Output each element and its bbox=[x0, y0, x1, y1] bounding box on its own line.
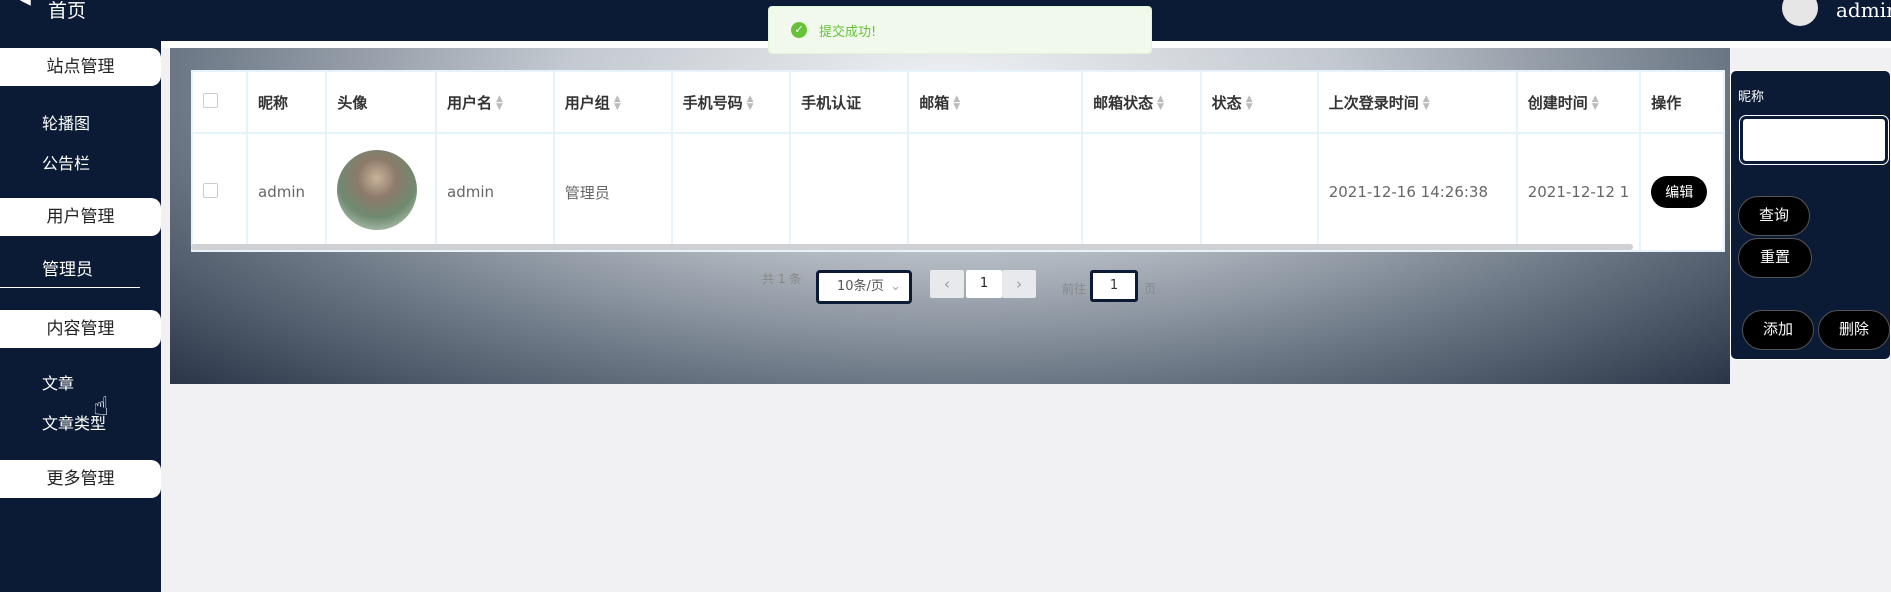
edit-button[interactable]: 编辑 bbox=[1651, 176, 1708, 208]
sort-icon: ▲ ▼ bbox=[1157, 94, 1165, 112]
column-header[interactable]: 手机号码 ▲ ▼ bbox=[670, 70, 792, 134]
back-arrow-icon[interactable]: ◀ bbox=[20, 0, 31, 8]
next-page-button[interactable]: › bbox=[1002, 270, 1036, 298]
sidebar-item-carousel[interactable]: 轮播图 bbox=[42, 110, 90, 134]
column-header[interactable]: 上次登录时间 ▲ ▼ bbox=[1316, 70, 1518, 134]
cell-email-status bbox=[1081, 132, 1202, 252]
horizontal-scrollbar[interactable] bbox=[191, 244, 1633, 250]
search-label-nickname: 昵称 bbox=[1738, 90, 1765, 105]
page-size-select[interactable]: 10条/页 ⌄ bbox=[816, 270, 912, 304]
sort-icon: ▲ ▼ bbox=[746, 94, 754, 112]
sidebar-item-admin[interactable]: 管理员 bbox=[0, 254, 140, 288]
cell-phone-verified bbox=[789, 132, 910, 252]
sort-icon: ▲ ▼ bbox=[953, 94, 961, 112]
prev-page-button[interactable]: ‹ bbox=[930, 270, 964, 298]
sort-icon: ▲ ▼ bbox=[496, 94, 503, 112]
cell-nickname: admin bbox=[245, 132, 328, 252]
success-toast: ✓ 提交成功! bbox=[768, 6, 1152, 54]
sidebar-item-home[interactable]: 首页 bbox=[48, 0, 86, 23]
sidebar-group-user[interactable]: 用户管理 bbox=[0, 198, 161, 236]
goto-suffix: 页 bbox=[1144, 282, 1157, 296]
nickname-search-input[interactable] bbox=[1739, 115, 1889, 165]
add-button[interactable]: 添加 bbox=[1742, 310, 1814, 350]
cell-status bbox=[1199, 132, 1319, 252]
column-header[interactable]: 邮箱 ▲ ▼ bbox=[907, 70, 1084, 134]
sidebar-group-more[interactable]: 更多管理 bbox=[0, 460, 161, 498]
cell-email bbox=[907, 132, 1084, 252]
goto-label: 前往 bbox=[1062, 282, 1087, 296]
cell-group: 管理员 bbox=[552, 132, 673, 252]
sidebar-group-content[interactable]: 内容管理 bbox=[0, 310, 161, 348]
cell-username: admin bbox=[435, 132, 555, 252]
select-all-checkbox[interactable] bbox=[203, 92, 218, 108]
reset-button[interactable]: 重置 bbox=[1738, 238, 1812, 278]
column-header: 昵称 bbox=[245, 70, 328, 134]
sidebar-group-site[interactable]: 站点管理 bbox=[0, 48, 161, 86]
table-header-row: 昵称 头像 用户名 ▲ ▼ 用户组 ▲ ▼ 手机号码 ▲ ▼ 手机认证 邮箱 ▲ ▼ 邮箱状态 ▲… bbox=[191, 70, 1725, 134]
column-header: 手机认证 bbox=[789, 70, 910, 134]
cell-phone bbox=[670, 132, 792, 252]
page-number-current[interactable]: 1 bbox=[966, 270, 1002, 298]
sort-icon: ▲ ▼ bbox=[1422, 94, 1430, 112]
column-header[interactable]: 邮箱状态 ▲ ▼ bbox=[1081, 70, 1202, 134]
row-select-cell[interactable] bbox=[191, 132, 248, 252]
sort-icon: ▲ ▼ bbox=[613, 94, 621, 112]
column-header[interactable]: 用户组 ▲ ▼ bbox=[552, 70, 673, 134]
column-header[interactable]: 状态 ▲ ▼ bbox=[1199, 70, 1319, 134]
goto-page-input[interactable]: 1 bbox=[1090, 270, 1138, 302]
user-table: 昵称 头像 用户名 ▲ ▼ 用户组 ▲ ▼ 手机号码 ▲ ▼ 手机认证 邮箱 ▲ ▼ 邮箱状态 ▲… bbox=[191, 70, 1725, 252]
sidebar-item-notice[interactable]: 公告栏 bbox=[42, 150, 90, 174]
sidebar-item-article[interactable]: 文章 bbox=[42, 370, 74, 394]
sort-icon: ▲ ▼ bbox=[1245, 94, 1253, 112]
chevron-down-icon: ⌄ bbox=[890, 279, 901, 294]
toast-message: 提交成功! bbox=[819, 25, 877, 40]
column-header[interactable]: 创建时间 ▲ ▼ bbox=[1515, 70, 1642, 134]
cell-avatar bbox=[325, 132, 437, 252]
cell-last-login: 2021-12-16 14:26:38 bbox=[1316, 132, 1518, 252]
column-header: 头像 bbox=[325, 70, 437, 134]
column-header: 操作 bbox=[1639, 70, 1725, 134]
sidebar: ◀ 首页 站点管理 轮播图 公告栏 用户管理 管理员 内容管理 文章 文章类型 … bbox=[0, 0, 161, 592]
avatar bbox=[337, 150, 418, 230]
cell-action: 编辑 bbox=[1639, 132, 1725, 252]
header-username[interactable]: admin bbox=[1836, 0, 1891, 22]
sort-icon: ▲ ▼ bbox=[1591, 94, 1599, 112]
hand-cursor-icon: ☝ bbox=[93, 392, 109, 422]
column-header[interactable]: 用户名 ▲ ▼ bbox=[435, 70, 555, 134]
query-button[interactable]: 查询 bbox=[1738, 196, 1810, 236]
delete-button[interactable]: 删除 bbox=[1818, 310, 1890, 350]
table-row: admin admin 管理员 2021-12-16 14:26:38 2021… bbox=[191, 132, 1725, 252]
select-all-cell[interactable] bbox=[191, 70, 248, 134]
check-circle-icon: ✓ bbox=[791, 22, 807, 38]
pagination-total: 共 1 条 bbox=[762, 272, 802, 286]
row-checkbox[interactable] bbox=[203, 182, 218, 198]
cell-created: 2021-12-12 1 bbox=[1515, 132, 1642, 252]
